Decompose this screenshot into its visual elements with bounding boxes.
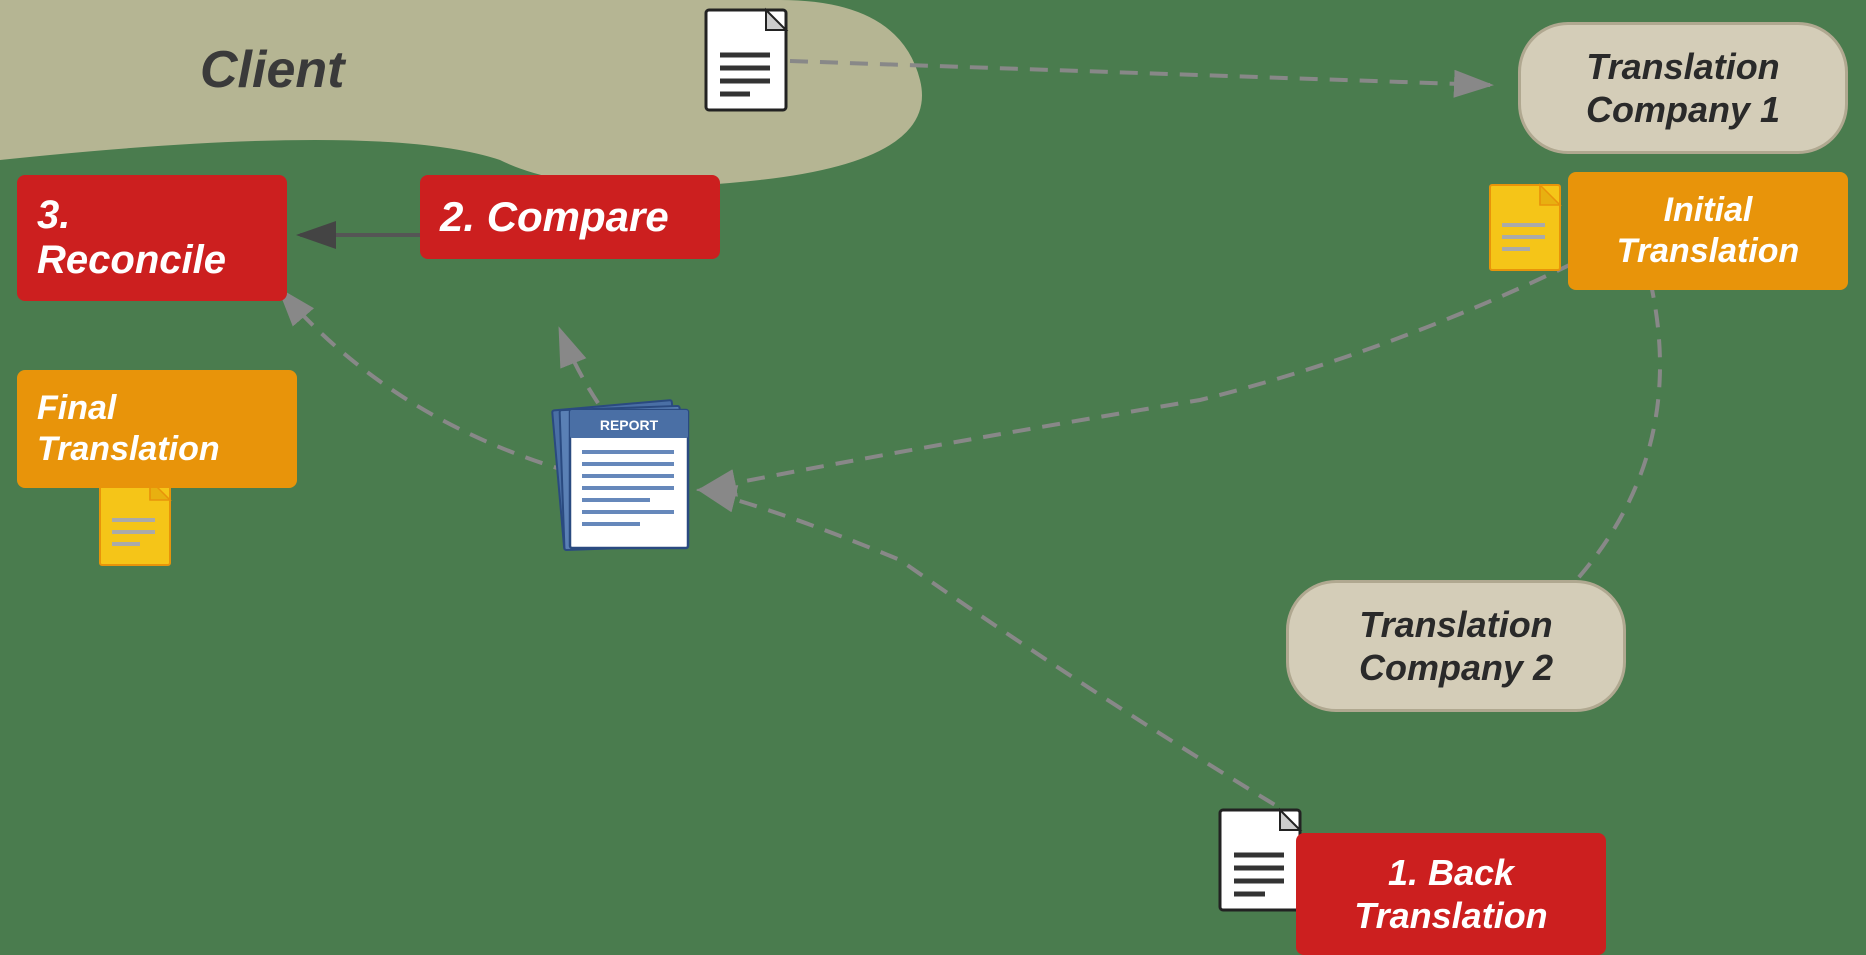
client-label: Client [200,40,344,100]
svg-text:REPORT: REPORT [600,417,659,433]
tc2-label: TranslationCompany 2 [1319,603,1593,689]
translation-company-2-box: TranslationCompany 2 [1286,580,1626,712]
initial-translation-label: InitialTranslation [1588,190,1828,272]
final-translation-label: FinalTranslation [37,388,277,470]
client-area: Client [0,0,800,200]
reconcile-label: 3. Reconcile [37,193,267,283]
compare-box: 2. Compare [420,175,720,259]
back-translation-box: 1. BackTranslation [1296,833,1606,955]
translation-company-1-box: TranslationCompany 1 [1518,22,1848,154]
back-translation-label: 1. BackTranslation [1316,851,1586,937]
reconcile-box: 3. Reconcile [17,175,287,301]
initial-translation-box: InitialTranslation [1568,172,1848,290]
compare-label: 2. Compare [440,193,700,241]
tc1-label: TranslationCompany 1 [1551,45,1815,131]
final-translation-box: FinalTranslation [17,370,297,488]
